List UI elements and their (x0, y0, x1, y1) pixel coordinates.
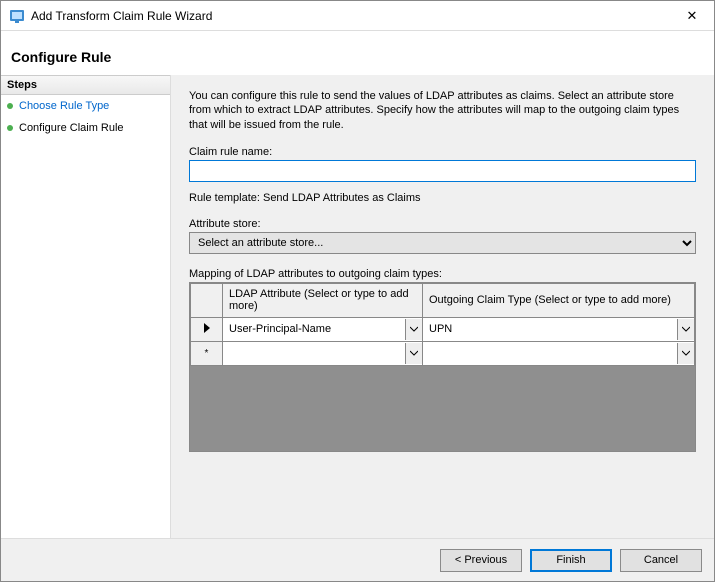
cancel-button[interactable]: Cancel (620, 549, 702, 572)
row-marker-new[interactable]: * (191, 341, 223, 365)
table-row: User-Principal-Name UPN (191, 317, 695, 341)
claim-type-value: UPN (423, 323, 677, 335)
step-link-label[interactable]: Choose Rule Type (19, 100, 109, 112)
row-marker-current[interactable] (191, 317, 223, 341)
bullet-icon (7, 125, 13, 131)
ldap-attribute-cell[interactable]: User-Principal-Name (223, 317, 423, 341)
claim-rule-name-label: Claim rule name: (189, 146, 696, 158)
rule-template-text: Rule template: Send LDAP Attributes as C… (189, 192, 696, 204)
app-icon (9, 8, 25, 24)
mapping-table: LDAP Attribute (Select or type to add mo… (190, 283, 695, 366)
attribute-store-label: Attribute store: (189, 218, 696, 230)
bullet-icon (7, 103, 13, 109)
window-title: Add Transform Claim Rule Wizard (31, 9, 670, 23)
mapping-grid[interactable]: LDAP Attribute (Select or type to add mo… (189, 282, 696, 452)
steps-pane: Steps Choose Rule Type Configure Claim R… (1, 75, 171, 538)
titlebar: Add Transform Claim Rule Wizard ✕ (1, 1, 714, 31)
ldap-attribute-value: User-Principal-Name (223, 323, 405, 335)
claim-type-cell[interactable] (423, 341, 695, 365)
chevron-down-icon[interactable] (405, 343, 422, 364)
finish-button[interactable]: Finish (530, 549, 612, 572)
chevron-down-icon[interactable] (677, 343, 694, 364)
ldap-attribute-cell[interactable] (223, 341, 423, 365)
step-choose-rule-type[interactable]: Choose Rule Type (1, 95, 170, 117)
claim-rule-name-input[interactable] (189, 160, 696, 182)
claim-type-cell[interactable]: UPN (423, 317, 695, 341)
chevron-down-icon[interactable] (405, 319, 422, 340)
step-configure-claim-rule: Configure Claim Rule (1, 117, 170, 139)
steps-header: Steps (1, 75, 170, 95)
attribute-store-select[interactable]: Select an attribute store... (189, 232, 696, 254)
col-header-ldap[interactable]: LDAP Attribute (Select or type to add mo… (223, 283, 423, 317)
table-row: * (191, 341, 695, 365)
close-button[interactable]: ✕ (670, 1, 714, 31)
previous-button[interactable]: < Previous (440, 549, 522, 572)
body: Steps Choose Rule Type Configure Claim R… (1, 75, 714, 539)
mapping-label: Mapping of LDAP attributes to outgoing c… (189, 268, 696, 280)
instructions-text: You can configure this rule to send the … (189, 89, 696, 132)
footer: < Previous Finish Cancel (1, 539, 714, 581)
page-subtitle: Configure Rule (1, 31, 714, 75)
content-pane: You can configure this rule to send the … (171, 75, 714, 538)
step-current-label: Configure Claim Rule (19, 122, 124, 134)
chevron-down-icon[interactable] (677, 319, 694, 340)
col-header-claim[interactable]: Outgoing Claim Type (Select or type to a… (423, 283, 695, 317)
wizard-window: Add Transform Claim Rule Wizard ✕ Config… (0, 0, 715, 582)
grid-corner (191, 283, 223, 317)
